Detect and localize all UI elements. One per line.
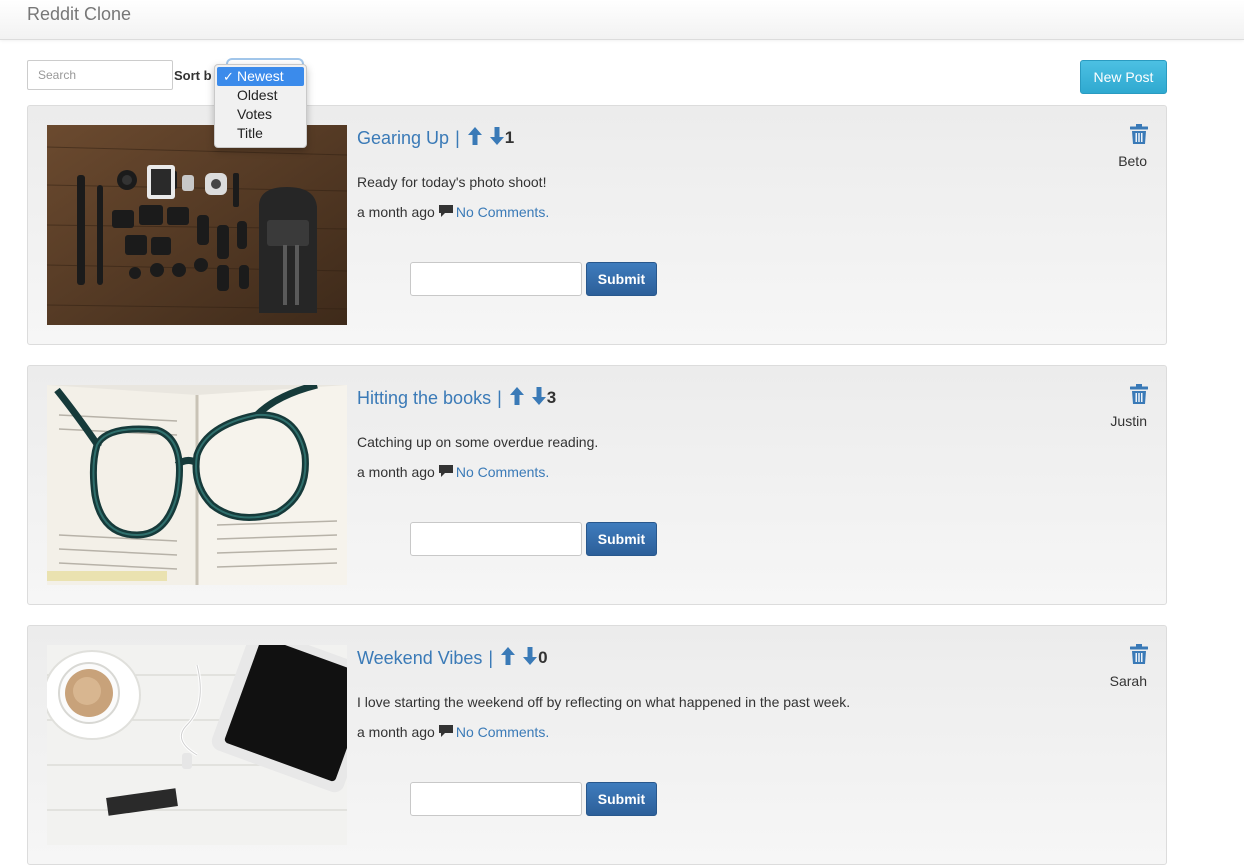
sort-label: Sort b (174, 68, 212, 83)
post-title-link[interactable]: Hitting the books (357, 388, 491, 409)
camera-gear-image (47, 125, 347, 325)
navbar: Reddit Clone (0, 0, 1244, 40)
sort-dropdown[interactable]: ✓ Newest Oldest Votes Title (214, 64, 307, 148)
upvote-arrow-icon[interactable] (509, 386, 524, 410)
post-card: Weekend Vibes | 0 I love starting the we… (27, 625, 1167, 865)
post-body: Catching up on some overdue reading. (357, 434, 599, 450)
comment-input[interactable] (410, 262, 582, 296)
trash-icon[interactable] (1130, 124, 1148, 149)
post-author: Beto (1118, 153, 1147, 169)
post-image (47, 645, 347, 845)
post-timestamp: a month ago (357, 724, 435, 740)
submit-button[interactable]: Submit (586, 262, 657, 296)
post-author: Sarah (1109, 673, 1147, 689)
post-meta: a month ago No Comments. (357, 464, 549, 480)
post-author: Justin (1110, 413, 1147, 429)
post-body: Ready for today's photo shoot! (357, 174, 547, 190)
glasses-book-image (47, 385, 347, 585)
brand-title[interactable]: Reddit Clone (27, 4, 131, 25)
comments-link[interactable]: No Comments. (456, 204, 549, 220)
post-card: Gearing Up | 1 Ready for today's photo s… (27, 105, 1167, 345)
post-meta: a month ago No Comments. (357, 724, 549, 740)
title-separator: | (488, 647, 494, 668)
sort-option-label: Oldest (237, 87, 278, 103)
post-meta: a month ago No Comments. (357, 204, 549, 220)
sort-option-newest[interactable]: ✓ Newest (217, 67, 304, 86)
comment-icon (438, 724, 453, 740)
post-body: I love starting the weekend off by refle… (357, 694, 851, 710)
post-card: Hitting the books | 3 Catching up on som… (27, 365, 1167, 605)
comment-input[interactable] (410, 522, 582, 556)
downvote-arrow-icon[interactable] (531, 386, 546, 410)
post-title-row: Hitting the books | 3 (357, 385, 556, 411)
downvote-arrow-icon[interactable] (523, 646, 538, 670)
comment-icon (438, 204, 453, 220)
submit-button[interactable]: Submit (586, 522, 657, 556)
post-timestamp: a month ago (357, 464, 435, 480)
sort-option-label: Votes (237, 106, 273, 122)
vote-count: 3 (546, 388, 557, 407)
post-timestamp: a month ago (357, 204, 435, 220)
sort-option-title[interactable]: Title (217, 124, 304, 143)
upvote-arrow-icon[interactable] (467, 126, 482, 150)
comment-icon (438, 464, 453, 480)
comments-link[interactable]: No Comments. (456, 464, 549, 480)
comments-link[interactable]: No Comments. (456, 724, 549, 740)
coffee-tablet-image (47, 645, 347, 845)
new-post-button[interactable]: New Post (1080, 60, 1167, 94)
sort-option-label: Title (237, 125, 263, 141)
search-input[interactable] (27, 60, 173, 90)
comment-input[interactable] (410, 782, 582, 816)
title-separator: | (497, 387, 502, 408)
check-icon: ✓ (223, 69, 234, 84)
trash-icon[interactable] (1130, 644, 1148, 669)
post-title-link[interactable]: Weekend Vibes (357, 648, 482, 669)
vote-count: 0 (538, 648, 548, 667)
sort-option-label: Newest (237, 68, 284, 84)
post-image (47, 125, 347, 325)
vote-count: 1 (504, 128, 515, 147)
submit-button[interactable]: Submit (586, 782, 657, 816)
post-title-row: Gearing Up | 1 (357, 125, 514, 151)
sort-option-oldest[interactable]: Oldest (217, 86, 304, 105)
post-image (47, 385, 347, 585)
upvote-arrow-icon[interactable] (501, 646, 516, 670)
downvote-arrow-icon[interactable] (489, 126, 504, 150)
trash-icon[interactable] (1130, 384, 1148, 409)
sort-option-votes[interactable]: Votes (217, 105, 304, 124)
title-separator: | (455, 127, 460, 148)
post-title-row: Weekend Vibes | 0 (357, 645, 548, 671)
post-title-link[interactable]: Gearing Up (357, 128, 449, 149)
